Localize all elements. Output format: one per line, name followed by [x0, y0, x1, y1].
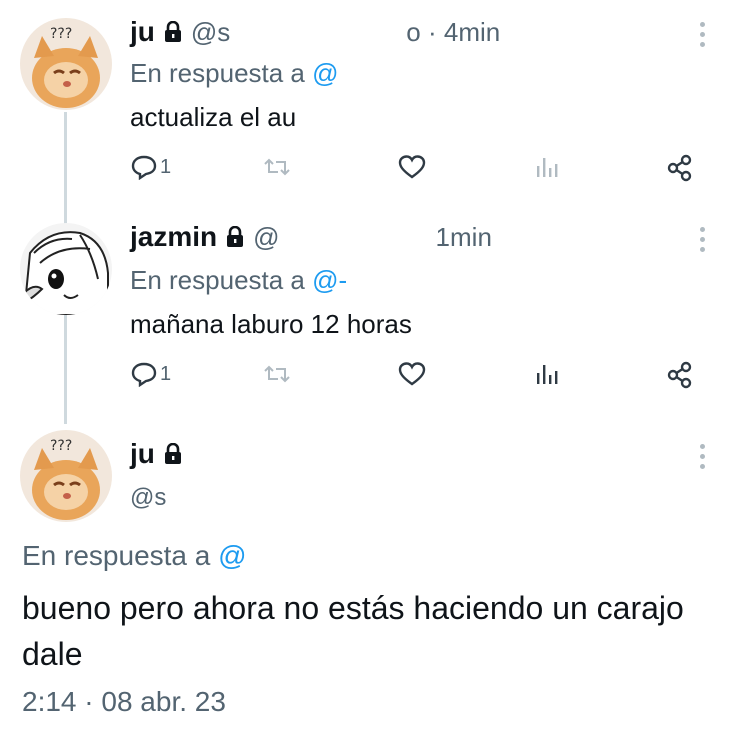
redacted-area: [238, 20, 399, 44]
retweet-button[interactable]: [262, 361, 292, 387]
display-name[interactable]: jazmin: [130, 221, 217, 253]
like-button[interactable]: [398, 361, 426, 387]
heart-icon: [398, 362, 426, 386]
heart-icon: [398, 155, 426, 179]
tweet-header: ju @s o · 4min: [130, 12, 500, 52]
svg-text:???: ???: [50, 26, 72, 42]
retweet-icon: [264, 158, 290, 176]
share-icon: [667, 154, 692, 182]
tweet-text: actualiza el au: [130, 102, 297, 132]
share-icon: [667, 361, 692, 389]
share-button[interactable]: [666, 154, 694, 182]
handle[interactable]: @s: [130, 484, 166, 512]
handle[interactable]: @: [253, 222, 279, 253]
reply-icon: [131, 155, 157, 180]
views-button[interactable]: [534, 154, 560, 180]
share-button[interactable]: [666, 361, 694, 389]
lock-icon: [164, 443, 181, 464]
avatar[interactable]: ???: [20, 18, 112, 110]
like-button[interactable]: [398, 154, 426, 180]
retweet-icon: [264, 365, 290, 383]
svg-text:???: ???: [50, 438, 72, 454]
replying-label: En respuesta a: [22, 540, 211, 571]
analytics-icon: [537, 158, 558, 177]
action-bar: 1: [130, 361, 700, 393]
timestamp[interactable]: 1min: [436, 222, 492, 253]
replying-to: En respuesta a @: [130, 58, 339, 89]
tweet-header: jazmin @ 1min: [130, 217, 492, 257]
tweet-2[interactable]: jazmin @ 1min En respuesta a @- mañana l…: [0, 205, 736, 420]
replying-handle-link[interactable]: @: [218, 540, 246, 571]
reply-count: 1: [160, 362, 172, 385]
retweet-button[interactable]: [262, 154, 292, 180]
views-button[interactable]: [534, 361, 560, 387]
more-options-icon[interactable]: [700, 444, 706, 470]
tweet-text: mañana laburo 12 horas: [130, 309, 412, 339]
redacted-area: [287, 225, 428, 249]
lock-icon: [164, 21, 181, 42]
more-options-icon[interactable]: [700, 22, 706, 48]
reply-count: 1: [160, 155, 172, 178]
main-tweet-text: bueno pero ahora no estás haciendo un ca…: [22, 590, 684, 672]
kitten-avatar-icon: ???: [20, 18, 112, 110]
handle[interactable]: @s: [191, 17, 230, 48]
main-tweet-header: ju: [130, 434, 183, 474]
replying-label: En respuesta a: [130, 265, 305, 295]
reply-button[interactable]: 1: [130, 154, 171, 180]
anime-avatar-icon: [20, 223, 112, 315]
replying-handle-link[interactable]: @: [312, 58, 338, 88]
display-name[interactable]: ju: [130, 16, 155, 48]
lock-icon: [227, 226, 244, 247]
action-bar: 1: [130, 154, 700, 186]
tweet-1[interactable]: ??? ju @s o · 4min En respuesta a @ actu…: [0, 0, 736, 205]
replying-handle-link[interactable]: @-: [312, 265, 347, 295]
main-tweet-timestamp[interactable]: 2:14 · 08 abr. 23: [22, 686, 226, 718]
display-name[interactable]: ju: [130, 438, 155, 470]
reply-icon: [131, 362, 157, 387]
more-options-icon[interactable]: [700, 227, 706, 253]
avatar[interactable]: ???: [20, 430, 112, 522]
reply-button[interactable]: 1: [130, 361, 171, 387]
replying-to: En respuesta a @-: [130, 265, 347, 296]
replying-to: En respuesta a @: [22, 540, 247, 572]
analytics-icon: [537, 365, 558, 384]
avatar[interactable]: [20, 223, 112, 315]
replying-label: En respuesta a: [130, 58, 305, 88]
timestamp[interactable]: o · 4min: [406, 17, 500, 48]
kitten-avatar-icon: ???: [20, 430, 112, 522]
